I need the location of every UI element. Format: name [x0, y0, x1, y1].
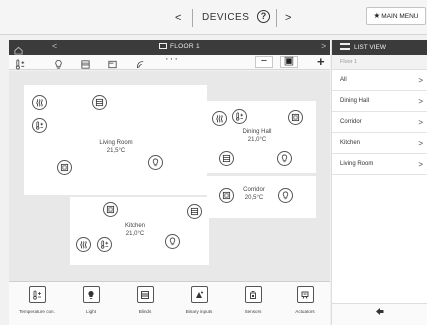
room-temperature: 21,0°C: [125, 230, 145, 237]
room-label: Living Room 21,5°C: [86, 140, 146, 155]
window-icon[interactable]: [103, 202, 118, 217]
floor-title: FLOOR 1: [159, 43, 200, 50]
tab-label: Actuators: [295, 309, 315, 314]
next-button[interactable]: >: [285, 12, 291, 24]
thermostat-icon: [28, 286, 46, 303]
list-item-label: Kitchen: [340, 140, 361, 146]
room-temperature: 21,0°C: [247, 136, 267, 143]
thermostat-icon[interactable]: [32, 118, 47, 133]
heating-icon[interactable]: [32, 95, 47, 110]
room-label: Dining Hall 21,0°C: [232, 129, 282, 144]
chevron-right-icon: >: [418, 160, 423, 169]
tab-label: Blinds: [138, 309, 152, 314]
room-label: Kitchen 21,0°C: [110, 223, 160, 238]
zoom-in-button[interactable]: +: [317, 54, 325, 69]
page-title: DEVICES: [202, 12, 250, 23]
chevron-right-icon: >: [418, 76, 423, 85]
main-menu-button[interactable]: ★MAIN MENU: [366, 7, 426, 25]
tab-temperature-control[interactable]: Temperature con.: [13, 286, 61, 324]
floor-toolbar: ··· − ▣ +: [9, 53, 330, 70]
device-category-tabs: Temperature con. Light Blinds Binary inp…: [9, 281, 330, 325]
heating-icon[interactable]: [212, 111, 227, 126]
divider: [276, 9, 277, 27]
tab-sensors[interactable]: Sensors: [229, 286, 277, 324]
blinds-icon[interactable]: [187, 204, 202, 219]
heating-icon[interactable]: [76, 237, 91, 252]
tab-light[interactable]: Light: [67, 286, 115, 324]
zoom-out-button[interactable]: −: [255, 56, 273, 68]
main-menu-label: MAIN MENU: [381, 13, 419, 20]
tab-binary-inputs[interactable]: Binary inputs: [175, 286, 223, 324]
list-item-label: Dining Hall: [340, 98, 370, 104]
tab-label: Sensors: [244, 309, 262, 314]
chevron-right-icon: >: [418, 97, 423, 106]
room-temperature: 21,5°C: [106, 147, 126, 154]
tab-blinds[interactable]: Blinds: [121, 286, 169, 324]
room-label: Corridor 20,5°C: [234, 187, 274, 202]
previous-button[interactable]: <: [175, 12, 181, 24]
bulb-icon: [82, 286, 100, 303]
floor-title-text: FLOOR 1: [170, 43, 200, 50]
list-item-label: Living Room: [340, 161, 374, 167]
bulb-icon[interactable]: [148, 155, 163, 170]
chevron-right-icon: >: [418, 118, 423, 127]
room-name: Corridor: [243, 187, 265, 193]
floor-plan-canvas[interactable]: Living Room 21,5°C Dining Hall 21,0°C Co…: [9, 71, 330, 281]
room-temperature: 20,5°C: [244, 194, 264, 201]
chevron-right-icon: >: [418, 139, 423, 148]
forward-button[interactable]: >: [321, 41, 326, 51]
bulb-icon[interactable]: [278, 188, 293, 203]
tab-label: Binary inputs: [185, 309, 213, 314]
list-item-kitchen[interactable]: Kitchen >: [332, 133, 427, 154]
list-item-label: All: [340, 77, 347, 83]
list-item-all[interactable]: All >: [332, 70, 427, 91]
tab-label: Temperature con.: [19, 309, 55, 314]
room-living-room[interactable]: Living Room 21,5°C: [24, 85, 207, 195]
back-button[interactable]: <: [52, 41, 57, 51]
room-name: Living Room: [99, 140, 133, 146]
list-item-label: Corridor: [340, 119, 362, 125]
tab-label: Light: [86, 309, 96, 314]
help-icon[interactable]: ?: [257, 10, 270, 23]
window-icon[interactable]: [57, 160, 72, 175]
thermostat-icon[interactable]: [232, 109, 247, 124]
blinds-icon: [136, 286, 154, 303]
list-view-title: LIST VIEW: [354, 44, 387, 51]
list-view-subtitle: Floor 1: [332, 55, 427, 70]
floor-plan-icon: [159, 43, 167, 49]
list-view-header: LIST VIEW: [332, 40, 427, 55]
binary-input-icon: [190, 286, 208, 303]
blinds-icon[interactable]: [219, 151, 234, 166]
back-button[interactable]: [332, 303, 427, 325]
list-item-corridor[interactable]: Corridor >: [332, 112, 427, 133]
list-view-panel: LIST VIEW Floor 1 All > Dining Hall > Co…: [331, 40, 427, 325]
back-arrow-icon: [375, 308, 385, 319]
list-item-dining-hall[interactable]: Dining Hall >: [332, 91, 427, 112]
room-name: Dining Hall: [242, 129, 272, 135]
thermostat-icon[interactable]: [97, 237, 112, 252]
sensor-icon: [244, 286, 262, 303]
list-icon: [340, 43, 350, 50]
blinds-icon[interactable]: [92, 95, 107, 110]
list-item-living-room[interactable]: Living Room >: [332, 154, 427, 175]
star-icon: ★: [373, 11, 381, 20]
more-options-button[interactable]: ···: [165, 53, 179, 65]
bulb-icon[interactable]: [277, 151, 292, 166]
window-icon[interactable]: [219, 188, 234, 203]
fit-to-screen-button[interactable]: ▣: [280, 56, 298, 68]
actuator-icon: [296, 286, 314, 303]
window-icon[interactable]: [288, 110, 303, 125]
room-name: Kitchen: [124, 223, 145, 229]
tab-actuators[interactable]: Actuators: [281, 286, 329, 324]
bulb-icon[interactable]: [165, 234, 180, 249]
top-bar: < DEVICES ? > ★MAIN MENU: [0, 0, 427, 35]
divider: [192, 9, 193, 27]
